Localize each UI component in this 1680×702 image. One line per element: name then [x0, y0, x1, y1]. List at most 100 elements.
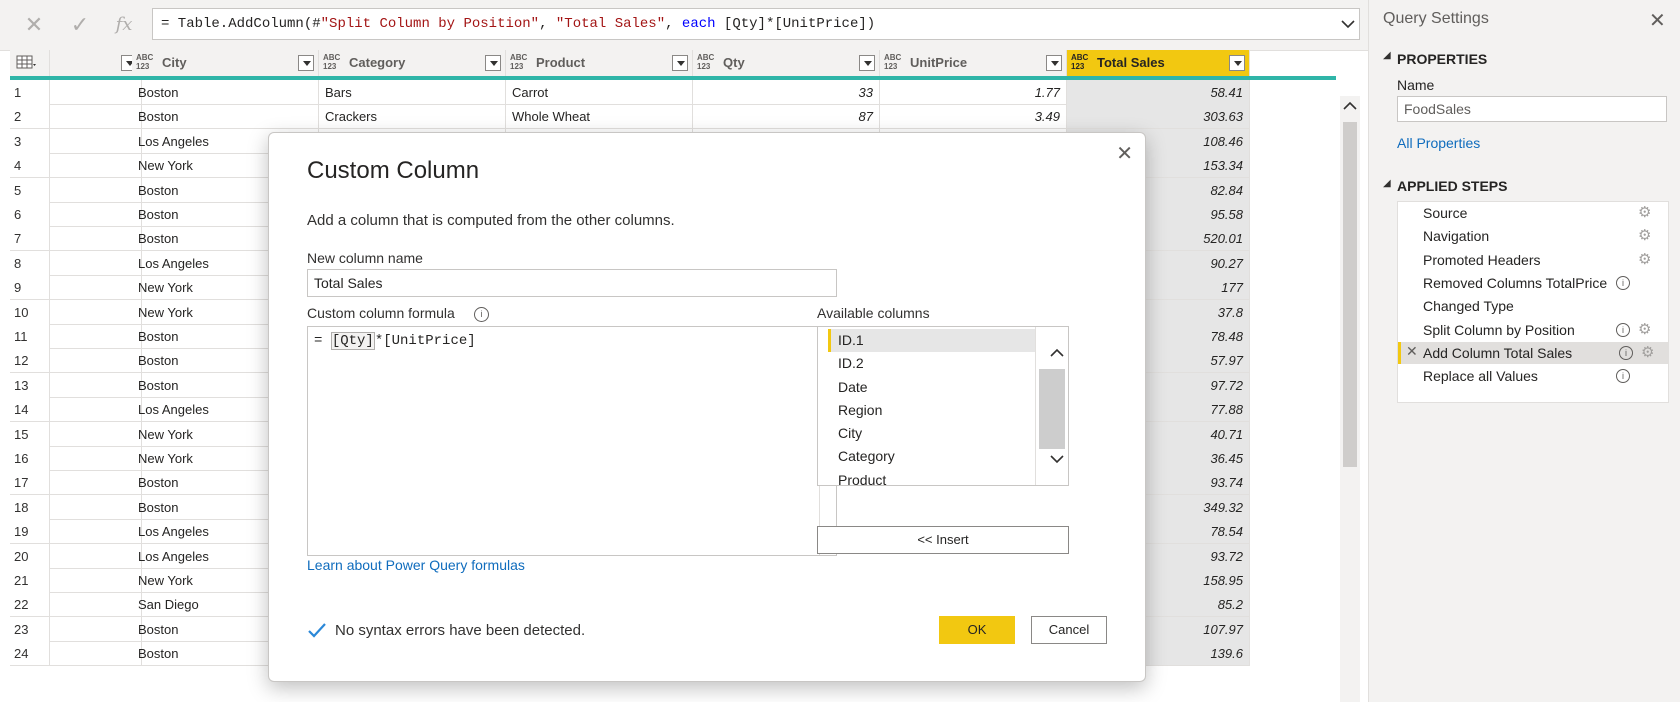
row-number[interactable]: 8	[10, 250, 50, 276]
row-number[interactable]: 10	[10, 299, 50, 325]
table-icon[interactable]	[16, 55, 38, 71]
applied-step-item[interactable]: Split Column by Position i ⚙	[1398, 319, 1666, 341]
type-abc123-icon[interactable]: ABC 123	[697, 53, 714, 71]
available-columns-list[interactable]: ID.1ID.2DateRegionCityCategoryProductQty	[817, 326, 1069, 486]
table-cell[interactable]	[50, 372, 142, 398]
column-header-city[interactable]: ABC 123 City	[132, 50, 319, 76]
type-abc123-icon[interactable]: ABC 123	[884, 53, 901, 71]
new-column-name-input[interactable]: Total Sales	[307, 269, 837, 297]
available-column-item[interactable]: Region	[828, 399, 1054, 422]
table-cell[interactable]: 303.63	[1067, 104, 1250, 130]
all-properties-link[interactable]: All Properties	[1397, 135, 1480, 151]
custom-formula-editor[interactable]: = [Qty]*[UnitPrice]	[307, 326, 837, 556]
step-settings-gear-icon[interactable]: ⚙	[1638, 226, 1651, 244]
table-cell[interactable]: 58.41	[1067, 80, 1250, 105]
table-cell[interactable]	[50, 324, 142, 349]
row-number[interactable]: 14	[10, 397, 50, 423]
column-header-total-sales[interactable]: ABC 123 Total Sales	[1067, 50, 1250, 76]
formula-info-icon[interactable]: i	[474, 307, 489, 322]
table-cell[interactable]	[50, 202, 142, 227]
expand-formula-chevron-icon[interactable]	[1340, 16, 1356, 32]
table-cell[interactable]	[50, 250, 142, 276]
applied-step-item[interactable]: Source ⚙	[1398, 202, 1666, 224]
row-number[interactable]: 2	[10, 104, 50, 130]
row-number[interactable]: 1	[10, 80, 50, 105]
table-cell[interactable]	[50, 153, 142, 179]
filter-dropdown-icon[interactable]	[672, 55, 688, 71]
table-cell[interactable]: Crackers	[319, 104, 506, 130]
applied-step-item[interactable]: Removed Columns TotalPrice i	[1398, 272, 1666, 294]
table-cell[interactable]	[50, 568, 142, 593]
row-number[interactable]: 22	[10, 592, 50, 618]
available-column-item[interactable]: Product	[828, 469, 1054, 485]
collapse-properties-icon[interactable]: ◢	[1383, 50, 1391, 61]
learn-formulas-link[interactable]: Learn about Power Query formulas	[307, 557, 525, 573]
table-cell[interactable]	[50, 177, 142, 203]
column-header-product[interactable]: ABC 123 Product	[506, 50, 693, 76]
table-cell[interactable]	[50, 519, 142, 545]
applied-step-item[interactable]: ✕ Add Column Total Sales i ⚙	[1398, 341, 1669, 364]
step-info-icon[interactable]: i	[1616, 322, 1630, 337]
row-number[interactable]: 24	[10, 641, 50, 667]
confirm-formula-icon[interactable]: ✓	[66, 12, 94, 38]
step-info-icon[interactable]: i	[1619, 345, 1633, 360]
applied-step-item[interactable]: Navigation ⚙	[1398, 225, 1666, 247]
table-cell[interactable]	[50, 421, 142, 447]
available-column-item[interactable]: Date	[828, 376, 1054, 399]
filter-dropdown-icon[interactable]	[1229, 55, 1245, 71]
row-number[interactable]: 13	[10, 372, 50, 398]
row-number[interactable]: 23	[10, 616, 50, 642]
filter-dropdown-icon[interactable]	[859, 55, 875, 71]
row-number[interactable]: 20	[10, 543, 50, 569]
applied-step-item[interactable]: Replace all Values i	[1398, 365, 1666, 387]
close-panel-icon[interactable]: ✕	[1649, 8, 1666, 33]
type-abc123-icon[interactable]: ABC 123	[136, 53, 153, 71]
table-cell[interactable]	[50, 80, 142, 105]
step-settings-gear-icon[interactable]: ⚙	[1641, 343, 1654, 361]
filter-dropdown-icon[interactable]	[485, 55, 501, 71]
table-cell[interactable]: Bars	[319, 80, 506, 105]
collapse-steps-icon[interactable]: ◢	[1383, 178, 1391, 189]
row-number[interactable]: 17	[10, 470, 50, 496]
row-number[interactable]: 11	[10, 324, 50, 349]
row-number[interactable]: 19	[10, 519, 50, 545]
table-cell[interactable]	[50, 616, 142, 642]
step-info-icon[interactable]: i	[1616, 369, 1630, 384]
delete-step-icon[interactable]: ✕	[1406, 343, 1418, 360]
insert-button[interactable]: << Insert	[817, 526, 1069, 554]
available-column-item[interactable]: ID.2	[828, 352, 1054, 375]
column-header-unitprice[interactable]: ABC 123 UnitPrice	[880, 50, 1067, 76]
column-header-blank[interactable]	[50, 50, 142, 76]
step-settings-gear-icon[interactable]: ⚙	[1638, 203, 1651, 221]
row-number[interactable]: 16	[10, 446, 50, 471]
row-number[interactable]: 18	[10, 494, 50, 520]
fx-icon[interactable]: fx	[110, 12, 138, 38]
cancel-button[interactable]: Cancel	[1031, 616, 1107, 644]
row-number[interactable]: 4	[10, 153, 50, 179]
step-settings-gear-icon[interactable]: ⚙	[1638, 320, 1651, 338]
row-number[interactable]: 15	[10, 421, 50, 447]
table-cell[interactable]	[50, 104, 142, 130]
row-number[interactable]: 12	[10, 348, 50, 374]
list-scroll-up-icon[interactable]	[1049, 347, 1065, 359]
table-cell[interactable]	[50, 592, 142, 618]
column-header-category[interactable]: ABC 123 Category	[319, 50, 506, 76]
table-menu-header[interactable]	[10, 50, 50, 76]
step-info-icon[interactable]: i	[1616, 275, 1630, 290]
close-dialog-icon[interactable]: ✕	[1116, 141, 1133, 166]
filter-dropdown-icon[interactable]	[1046, 55, 1062, 71]
table-cell[interactable]: 87	[693, 104, 880, 130]
table-cell[interactable]: Boston	[132, 104, 319, 130]
available-column-item[interactable]: City	[828, 422, 1054, 445]
ok-button[interactable]: OK	[939, 616, 1015, 644]
table-cell[interactable]: 33	[693, 80, 880, 105]
table-cell[interactable]	[50, 348, 142, 374]
list-scroll-down-icon[interactable]	[1049, 453, 1065, 465]
table-cell[interactable]	[50, 226, 142, 252]
grid-scrollbar-thumb[interactable]	[1343, 122, 1357, 467]
table-cell[interactable]: Carrot	[506, 80, 693, 105]
row-number[interactable]: 3	[10, 128, 50, 154]
table-cell[interactable]	[50, 299, 142, 325]
row-number[interactable]: 6	[10, 202, 50, 227]
cancel-formula-icon[interactable]: ✕	[20, 12, 48, 38]
